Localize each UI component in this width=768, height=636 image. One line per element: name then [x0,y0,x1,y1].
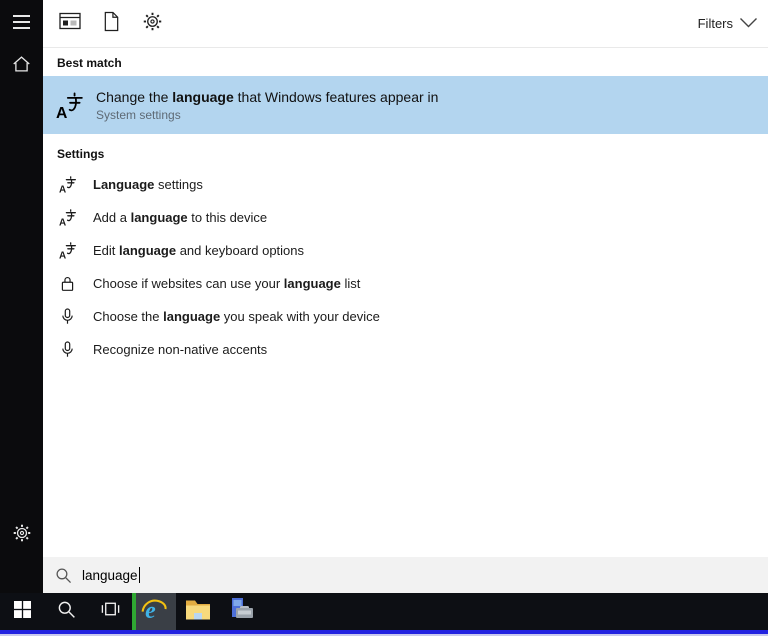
file-explorer-icon [185,598,211,625]
file-explorer-button[interactable] [176,593,220,630]
language-icon: A [56,92,83,119]
list-item-label: Edit language and keyboard options [93,243,304,258]
language-icon: A [59,176,76,193]
search-icon [57,600,76,624]
list-item-label: Choose if websites can use your language… [93,276,360,291]
best-match-subtitle: System settings [96,108,438,122]
apps-filter-button[interactable] [57,11,83,37]
list-item[interactable]: A Choose the language you speak with you… [43,300,768,333]
list-item-label: Add a language to this device [93,210,267,225]
start-icon [14,601,31,623]
search-icon [55,567,72,584]
apps-filter-icon [59,11,81,36]
svg-text:A: A [59,184,66,193]
search-input[interactable]: language [82,568,138,583]
language-icon: A [59,242,76,259]
filters-label: Filters [698,16,733,31]
devices-button[interactable] [220,593,264,630]
home-icon [12,55,31,78]
list-item-label: Recognize non-native accents [93,342,267,357]
internet-explorer-button[interactable]: e [132,593,176,630]
ie-icon: e [141,596,168,628]
chevron-down-icon [739,16,758,31]
list-item[interactable]: A Choose if websites can use your langua… [43,267,768,300]
home-button[interactable] [0,44,43,88]
start-button[interactable] [0,593,44,630]
settings-filter-button[interactable] [139,11,165,37]
search-results-panel: Filters Best match A Change the language… [43,0,768,593]
text-caret [139,567,140,583]
best-match-header: Best match [57,56,768,70]
ie-active-stripe [132,593,136,630]
settings-section-header: Settings [57,147,768,161]
search-filter-bar: Filters [43,0,768,48]
list-item[interactable]: A Edit language and keyboard options [43,234,768,267]
filters-dropdown[interactable]: Filters [698,16,758,31]
settings-results-list: A Language settings A [43,168,768,366]
list-item-label: Choose the language you speak with your … [93,309,380,324]
mic-icon [59,341,76,358]
svg-text:A: A [59,250,66,259]
gear-icon [13,524,31,547]
svg-text:A: A [59,217,66,226]
best-match-title: Change the language that Windows feature… [96,89,438,105]
best-match-result[interactable]: A Change the language that Windows featu… [43,76,768,134]
task-view-icon [100,600,121,623]
menu-button[interactable] [0,0,43,44]
list-item[interactable]: A Recognize non-native accents [43,333,768,366]
devices-icon [229,597,255,626]
hamburger-icon [13,15,30,29]
documents-filter-button[interactable] [98,11,124,37]
taskbar: e [0,593,768,636]
list-item[interactable]: A Language settings [43,168,768,201]
settings-button[interactable] [0,513,43,557]
list-item-label: Language settings [93,177,203,192]
svg-text:A: A [56,104,67,118]
search-box[interactable]: language [43,557,768,593]
start-menu-sidebar [0,0,43,593]
settings-filter-icon [143,12,162,36]
mic-icon [59,308,76,325]
taskbar-search-button[interactable] [44,593,88,630]
task-view-button[interactable] [88,593,132,630]
lock-icon [59,275,76,292]
language-icon: A [59,209,76,226]
documents-filter-icon [102,11,121,37]
list-item[interactable]: A Add a language to this device [43,201,768,234]
